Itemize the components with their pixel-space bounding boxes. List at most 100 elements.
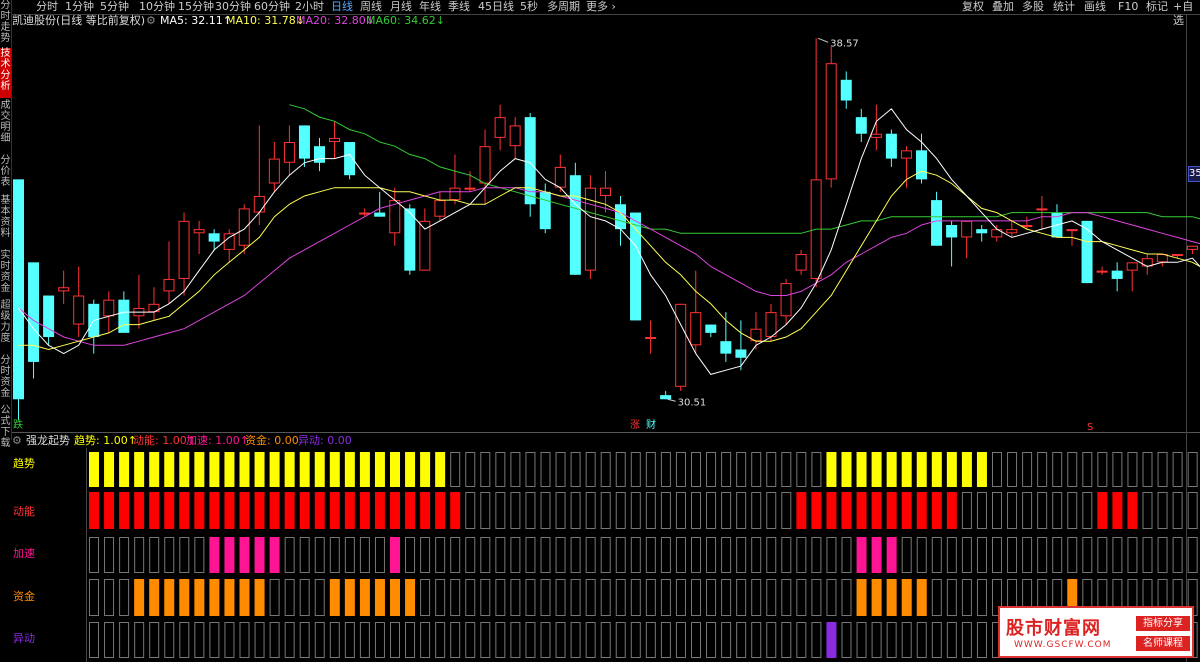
signal-bar-power bbox=[390, 492, 400, 529]
signal-bar-power bbox=[931, 492, 942, 529]
period-tab-12[interactable]: 季线 bbox=[448, 0, 470, 14]
side-tab-2[interactable]: 成交明细 bbox=[0, 100, 11, 152]
signal-bar-trend bbox=[239, 452, 250, 487]
signal-bar-power bbox=[284, 492, 295, 529]
signal-cell-power bbox=[691, 492, 701, 529]
signal-cell-abnormal bbox=[766, 622, 777, 658]
signal-cell-abnormal bbox=[931, 622, 942, 658]
signal-bar-trend bbox=[961, 452, 972, 487]
signal-bar-power bbox=[1112, 492, 1123, 529]
toolbar-button-2[interactable]: 多股 bbox=[1022, 0, 1044, 14]
period-tab-9[interactable]: 周线 bbox=[360, 0, 382, 14]
signal-cell-power bbox=[1067, 492, 1078, 529]
signal-cell-accel bbox=[946, 537, 957, 573]
period-tab-5[interactable]: 30分钟 bbox=[215, 0, 251, 14]
gear-icon[interactable]: ⚙ bbox=[12, 434, 22, 448]
candle-body bbox=[494, 117, 506, 138]
signal-cell-trend bbox=[811, 452, 822, 487]
toolbar-button-3[interactable]: 统计 bbox=[1053, 0, 1075, 14]
signal-cell-trend bbox=[751, 452, 762, 487]
signal-cell-fund bbox=[675, 579, 686, 616]
period-tab-11[interactable]: 年线 bbox=[419, 0, 441, 14]
toolbar-button-5[interactable]: F10 bbox=[1118, 0, 1138, 14]
toolbar-button-4[interactable]: 画线 bbox=[1084, 0, 1106, 14]
signal-cell-abnormal bbox=[901, 622, 912, 658]
candle-body bbox=[675, 303, 687, 387]
period-tab-13[interactable]: 45日线 bbox=[478, 0, 514, 14]
side-tab-0[interactable]: 分时走势 bbox=[0, 0, 11, 46]
signal-cell-abnormal bbox=[104, 622, 115, 658]
signal-cell-fund bbox=[495, 579, 506, 616]
ma10-label: MA10: 31.78↓ bbox=[226, 14, 305, 27]
side-tab-4[interactable]: 基本资料 bbox=[0, 195, 11, 247]
signal-bar-power bbox=[405, 492, 416, 529]
signal-cell-fund bbox=[645, 579, 656, 616]
signal-bar-trend bbox=[390, 452, 400, 487]
signal-cell-accel bbox=[1172, 537, 1183, 573]
signal-cell-fund bbox=[420, 579, 431, 616]
period-tab-4[interactable]: 15分钟 bbox=[178, 0, 214, 14]
signal-bar-power bbox=[179, 492, 190, 529]
toolbar-button-6[interactable]: 标记 bbox=[1146, 0, 1168, 14]
period-tab-14[interactable]: 5秒 bbox=[520, 0, 538, 14]
signal-bar-trend bbox=[329, 452, 340, 487]
side-tab-6[interactable]: 超级力度 bbox=[0, 300, 11, 352]
signal-cell-power bbox=[540, 492, 551, 529]
signal-cell-trend bbox=[600, 452, 611, 487]
signal-cell-power bbox=[615, 492, 626, 529]
signal-bar-power bbox=[886, 492, 897, 529]
period-tab-6[interactable]: 60分钟 bbox=[254, 0, 290, 14]
signal-cell-fund bbox=[706, 579, 717, 616]
watermark-share-button[interactable]: 指标分享 bbox=[1136, 616, 1190, 631]
period-tab-3[interactable]: 10分钟 bbox=[139, 0, 175, 14]
side-tab-5[interactable]: 实时资金 bbox=[0, 250, 11, 298]
signal-bar-power bbox=[239, 492, 250, 529]
side-tab-7[interactable]: 分时资金 bbox=[0, 355, 11, 403]
period-tab-0[interactable]: 分时 bbox=[36, 0, 58, 14]
signal-cell-trend bbox=[992, 452, 1002, 487]
signal-bar-trend bbox=[826, 452, 837, 487]
chart-canvas[interactable]: 38.57 30.51 跌 涨财 S bbox=[0, 0, 1200, 662]
signal-bar-fund bbox=[149, 579, 160, 616]
signal-cell-power bbox=[976, 492, 987, 529]
candle-body bbox=[253, 195, 265, 213]
signal-cell-abnormal bbox=[841, 622, 852, 658]
signal-cell-accel bbox=[465, 537, 476, 573]
signal-bar-accel bbox=[886, 537, 897, 573]
period-tab-16[interactable]: 更多 › bbox=[586, 0, 616, 14]
high-pointer bbox=[817, 37, 829, 43]
signal-cell-accel bbox=[736, 537, 747, 573]
period-tab-7[interactable]: 2小时 bbox=[295, 0, 324, 14]
toolbar-button-1[interactable]: 叠加 bbox=[992, 0, 1014, 14]
period-tab-2[interactable]: 5分钟 bbox=[100, 0, 129, 14]
side-tab-3[interactable]: 分价表 bbox=[0, 155, 11, 193]
signal-cell-accel bbox=[1112, 537, 1123, 573]
signal-cell-power bbox=[570, 492, 581, 529]
signal-cell-trend bbox=[540, 452, 551, 487]
signal-cell-trend bbox=[1037, 452, 1048, 487]
period-tab-10[interactable]: 月线 bbox=[390, 0, 412, 14]
signal-cell-accel bbox=[721, 537, 732, 573]
signal-cell-power bbox=[495, 492, 506, 529]
signal-cell-trend bbox=[1127, 452, 1138, 487]
side-tab-1[interactable]: 技术分析 bbox=[0, 48, 11, 98]
period-toolbar: 分时 1分钟 5分钟 10分钟 15分钟 30分钟 60分钟 2小时 日线 周线 月线 年线 季线 45日… bbox=[12, 0, 1200, 27]
signal-bar-power bbox=[314, 492, 325, 529]
signal-bar-power bbox=[796, 492, 807, 529]
toolbar-button-7[interactable]: +自选 bbox=[1173, 0, 1200, 28]
watermark-course-button[interactable]: 名师课程 bbox=[1136, 636, 1190, 651]
period-tab-15[interactable]: 多周期 bbox=[547, 0, 580, 14]
signal-cell-fund bbox=[480, 579, 491, 616]
indicator-trend: 趋势: 1.00↑ bbox=[74, 434, 137, 447]
signal-bar-trend bbox=[405, 452, 416, 487]
side-tab-8[interactable]: 公式下载 bbox=[0, 405, 11, 449]
signal-cell-accel bbox=[961, 537, 972, 573]
period-tab-8[interactable]: 日线 bbox=[331, 0, 353, 14]
settings-icon[interactable]: ⚙ bbox=[146, 14, 156, 28]
row-label-trend: 趋势 bbox=[13, 457, 35, 470]
signal-cell-abnormal bbox=[871, 622, 882, 658]
period-tab-1[interactable]: 1分钟 bbox=[65, 0, 94, 14]
signal-cell-abnormal bbox=[269, 622, 280, 658]
low-pointer bbox=[667, 398, 676, 402]
toolbar-button-0[interactable]: 复权 bbox=[962, 0, 984, 14]
